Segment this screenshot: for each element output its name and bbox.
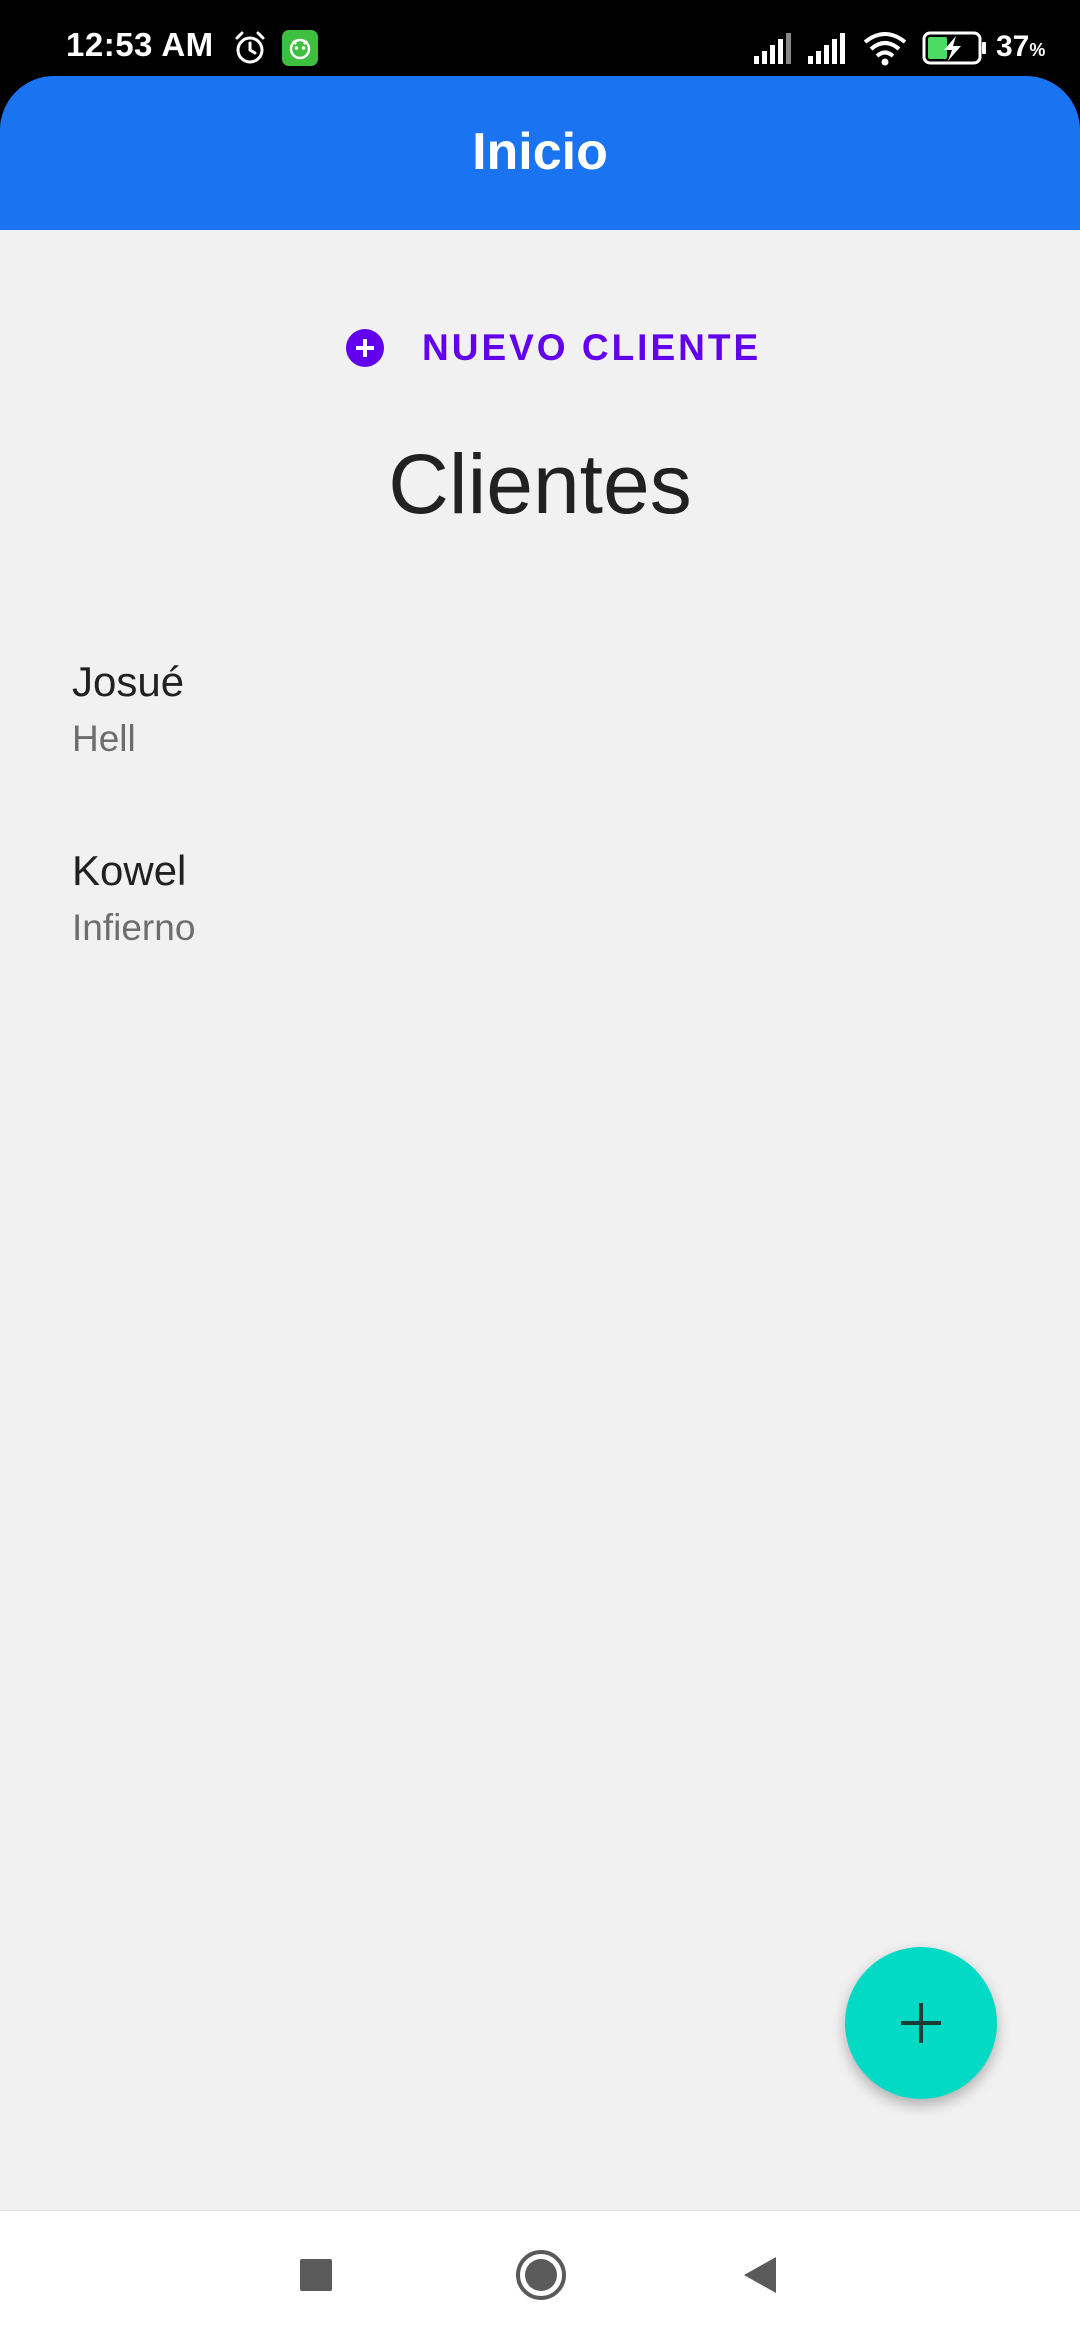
client-subtitle: Infierno [72, 907, 196, 948]
battery-percent: 37% [996, 30, 1046, 63]
status-time: 12:53 AM [66, 26, 214, 63]
new-client-button[interactable]: NUEVO CLIENTE [330, 310, 777, 386]
client-name: Kowel [72, 847, 187, 894]
alarm-icon [235, 31, 265, 64]
back-icon[interactable] [742, 2256, 778, 2294]
client-list: Josué Hell Kowel Infierno [0, 640, 1080, 1018]
section-title: Clientes [388, 437, 692, 531]
main-content: NUEVO CLIENTE Clientes Josué Hell Kowel … [0, 230, 1080, 2210]
home-icon[interactable] [515, 2249, 567, 2301]
signal-icon [754, 33, 791, 64]
add-client-fab[interactable] [845, 1947, 997, 2099]
signal-icon [808, 33, 845, 64]
client-subtitle: Hell [72, 718, 136, 759]
battery-charging-icon [922, 31, 986, 65]
client-name: Josué [72, 658, 185, 705]
recents-icon[interactable] [300, 2259, 332, 2291]
list-item[interactable]: Josué Hell [0, 640, 1080, 829]
system-nav-bar [0, 2210, 1080, 2341]
app-bar: Inicio [0, 76, 1080, 230]
new-client-label: NUEVO CLIENTE [422, 327, 762, 368]
app-notification-icon [282, 30, 318, 66]
add-circle-icon [346, 329, 384, 367]
page-title: Inicio [472, 123, 608, 181]
list-item[interactable]: Kowel Infierno [0, 829, 1080, 1018]
wifi-icon [863, 32, 907, 66]
